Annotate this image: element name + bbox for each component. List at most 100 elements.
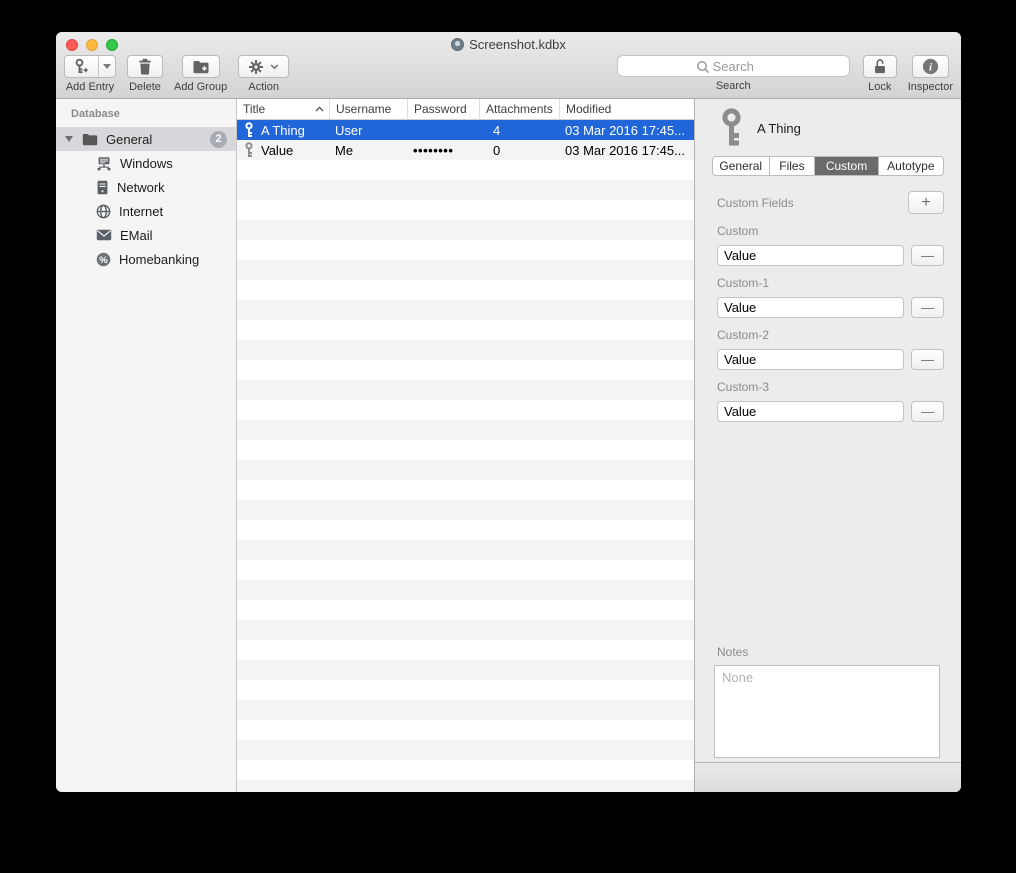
- sidebar-item-label: Network: [117, 180, 165, 195]
- add-custom-field-button[interactable]: +: [908, 191, 944, 214]
- delete-button[interactable]: [127, 55, 163, 78]
- tab-files[interactable]: Files: [769, 157, 815, 175]
- column-header-username[interactable]: Username: [329, 99, 407, 119]
- column-header-password[interactable]: Password: [407, 99, 479, 119]
- inspector-label: Inspector: [908, 81, 953, 93]
- search-icon: [696, 60, 710, 74]
- custom-field-input[interactable]: [717, 349, 904, 370]
- cell-modified: 03 Mar 2016 17:45...: [559, 123, 694, 138]
- minus-icon: —: [921, 404, 934, 419]
- globe-icon: [96, 204, 111, 219]
- add-entry-button[interactable]: [64, 55, 116, 78]
- sidebar-item-internet[interactable]: Internet: [56, 199, 236, 223]
- server-icon: [96, 180, 109, 195]
- sidebar-item-label: Homebanking: [119, 252, 199, 267]
- cell-attachments: 4: [479, 123, 559, 138]
- sidebar-item-general[interactable]: General 2: [56, 127, 236, 151]
- cell-attachments: 0: [479, 143, 559, 158]
- custom-field-input[interactable]: [717, 245, 904, 266]
- search-label: Search: [716, 80, 751, 92]
- inspector-footer-bar: [695, 762, 961, 792]
- add-entry-dropdown[interactable]: [98, 56, 115, 77]
- column-header-attachments[interactable]: Attachments: [479, 99, 559, 119]
- main-content: Database General 2 Windows Network Inter…: [56, 99, 961, 792]
- percent-icon: %: [96, 252, 111, 267]
- key-icon: [719, 108, 744, 148]
- remove-custom-field-button[interactable]: —: [911, 349, 944, 370]
- add-group-button[interactable]: [182, 55, 220, 78]
- tab-autotype[interactable]: Autotype: [878, 157, 943, 175]
- cell-password: ••••••••: [407, 143, 479, 158]
- entry-table: Title Username Password Attachments Modi…: [237, 99, 695, 792]
- toolbar-right: Search Lock i Inspector: [617, 55, 953, 93]
- remove-custom-field-button[interactable]: —: [911, 297, 944, 318]
- disclosure-triangle-icon[interactable]: [65, 136, 73, 142]
- column-header-title[interactable]: Title: [237, 99, 329, 119]
- tab-general[interactable]: General: [713, 157, 769, 175]
- gear-icon: [248, 59, 264, 75]
- sidebar-section-header: Database: [56, 99, 236, 127]
- custom-field-input[interactable]: [717, 401, 904, 422]
- search-input[interactable]: [618, 56, 849, 76]
- cell-modified: 03 Mar 2016 17:45...: [559, 143, 694, 158]
- workgroup-icon: [96, 156, 112, 171]
- info-icon: i: [922, 58, 939, 75]
- folder-plus-icon: [192, 59, 210, 75]
- custom-fields-label: Custom Fields: [717, 196, 794, 210]
- tab-custom[interactable]: Custom: [814, 157, 877, 175]
- remove-custom-field-button[interactable]: —: [911, 245, 944, 266]
- custom-field-input[interactable]: [717, 297, 904, 318]
- minus-icon: —: [921, 300, 934, 315]
- custom-field: Custom-1 —: [717, 276, 944, 318]
- column-header-modified[interactable]: Modified: [559, 99, 694, 119]
- custom-field: Custom-3 —: [717, 380, 944, 422]
- lock-open-icon: [873, 58, 887, 75]
- sidebar-item-label: EMail: [120, 228, 153, 243]
- action-button[interactable]: [238, 55, 289, 78]
- sidebar-item-windows[interactable]: Windows: [56, 151, 236, 175]
- notes-label: Notes: [717, 645, 961, 659]
- document-icon: [451, 38, 464, 51]
- sidebar-item-homebanking[interactable]: % Homebanking: [56, 247, 236, 271]
- sort-ascending-icon: [315, 106, 324, 112]
- app-window: Screenshot.kdbx Add Entry Delete: [56, 32, 961, 792]
- notes-textarea[interactable]: [714, 665, 940, 758]
- plus-icon: +: [921, 194, 930, 212]
- delete-label: Delete: [129, 81, 161, 93]
- cell-title: A Thing: [261, 123, 305, 138]
- custom-field-label: Custom-2: [717, 328, 944, 342]
- toolbar-item-action: Action: [238, 55, 289, 93]
- sidebar-item-label: Windows: [120, 156, 173, 171]
- lock-button[interactable]: [863, 55, 897, 78]
- sidebar-item-email[interactable]: EMail: [56, 223, 236, 247]
- add-entry-label: Add Entry: [66, 81, 114, 93]
- sidebar-item-label: Internet: [119, 204, 163, 219]
- inspector-tabs: General Files Custom Autotype: [712, 156, 944, 176]
- custom-field: Custom-2 —: [717, 328, 944, 370]
- inspector-button[interactable]: i: [912, 55, 949, 78]
- cell-username: User: [329, 123, 407, 138]
- table-row[interactable]: Value Me •••••••• 0 03 Mar 2016 17:45...: [237, 140, 694, 160]
- table-row[interactable]: A Thing User 4 03 Mar 2016 17:45...: [237, 120, 694, 140]
- toolbar-item-search: Search: [617, 55, 850, 92]
- custom-field-label: Custom-3: [717, 380, 944, 394]
- search-field[interactable]: [617, 55, 850, 77]
- key-icon: [244, 142, 254, 158]
- sidebar-item-network[interactable]: Network: [56, 175, 236, 199]
- inspector-entry-title: A Thing: [757, 121, 801, 136]
- table-header: Title Username Password Attachments Modi…: [237, 99, 694, 120]
- lock-label: Lock: [868, 81, 891, 93]
- custom-field-label: Custom-1: [717, 276, 944, 290]
- key-plus-icon[interactable]: [65, 56, 98, 77]
- notes-section: Notes: [695, 645, 961, 758]
- chevron-down-icon: [103, 64, 111, 69]
- toolbar-item-add-entry: Add Entry: [64, 55, 116, 93]
- cell-title: Value: [261, 143, 293, 158]
- remove-custom-field-button[interactable]: —: [911, 401, 944, 422]
- trash-icon: [137, 58, 153, 75]
- envelope-icon: [96, 229, 112, 241]
- chevron-down-icon: [270, 63, 279, 70]
- table-empty-area[interactable]: [237, 160, 694, 792]
- custom-fields-bar: Custom Fields +: [717, 191, 944, 214]
- window-title-text: Screenshot.kdbx: [469, 37, 566, 52]
